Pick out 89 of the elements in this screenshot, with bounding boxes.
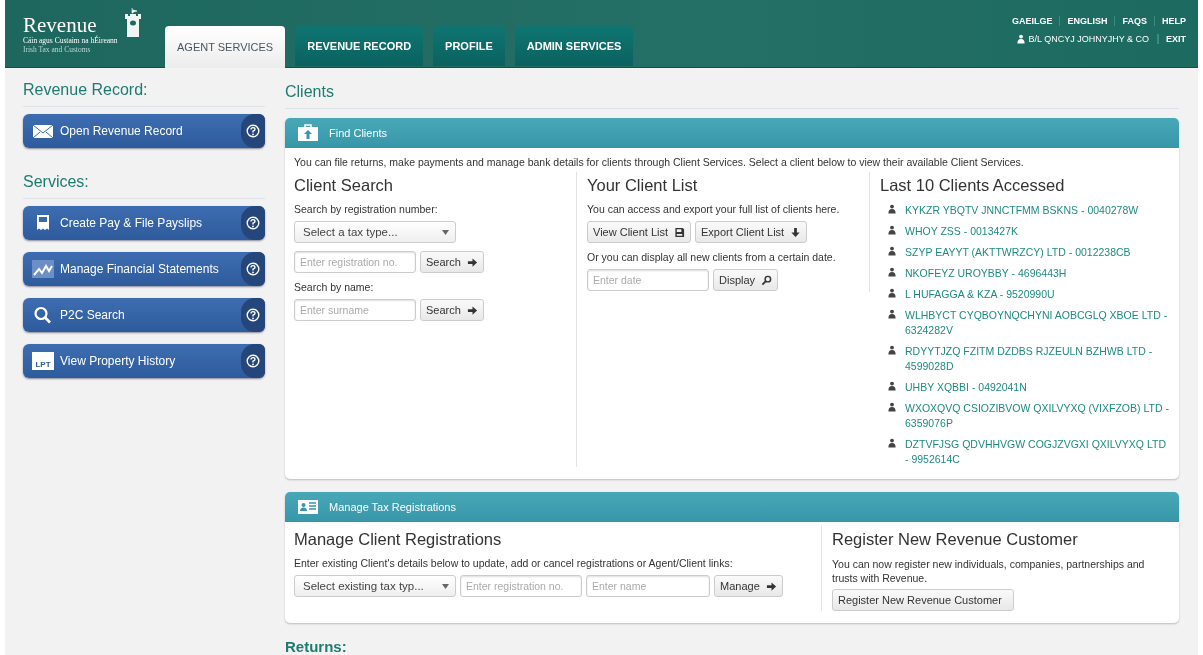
client-link[interactable]: SZYP EAYYT (AKTTWRZCY) LTD - 0012238CB bbox=[905, 245, 1170, 260]
register-customer-button[interactable]: Register New Revenue Customer bbox=[832, 589, 1014, 611]
exit-link[interactable]: EXIT bbox=[1158, 33, 1186, 44]
section-heading: Your Client List bbox=[587, 176, 698, 195]
header-link[interactable]: GAEILGE bbox=[1004, 15, 1060, 26]
castle-icon bbox=[123, 7, 142, 38]
description-text: Enter existing Client's details below to update, add or cancel registrations or Agent/Client links: bbox=[294, 557, 733, 569]
logo-name: Revenue bbox=[23, 13, 97, 36]
client-link[interactable]: WXOXQVQ CSIOZIBVOW QXILVYXQ (VIXFZOB) LTD - 6359076P bbox=[905, 401, 1170, 431]
help-icon[interactable] bbox=[246, 354, 260, 368]
client-link[interactable]: L HUFAGGA & KZA - 9520990U bbox=[905, 287, 1170, 302]
client-link[interactable]: KYKZR YBQTV JNNCTFMM BSKNS - 0040278W bbox=[905, 203, 1170, 218]
nav-tab[interactable]: PROFILE bbox=[433, 26, 505, 66]
client-link[interactable]: WHOY ZSS - 0013427K bbox=[905, 224, 1170, 239]
person-icon bbox=[888, 288, 896, 298]
person-icon bbox=[888, 267, 896, 277]
person-icon bbox=[888, 345, 896, 355]
person-icon bbox=[888, 309, 896, 319]
panel-title: Find Clients bbox=[329, 127, 388, 139]
section-heading: Last 10 Clients Accessed bbox=[880, 176, 1065, 195]
client-link[interactable]: NKOFEYZ UROYBBY - 4696443H bbox=[905, 266, 1170, 281]
help-icon[interactable] bbox=[246, 262, 260, 276]
person-icon bbox=[888, 204, 896, 214]
sidebar-heading: Revenue Record: bbox=[23, 68, 265, 107]
briefcase-icon bbox=[297, 124, 319, 142]
tax-type-dropdown[interactable]: Select existing tax typ... bbox=[294, 575, 456, 597]
search-icon bbox=[761, 274, 773, 286]
tax-type-dropdown[interactable]: Select a tax type... bbox=[294, 221, 456, 243]
lpt-icon: LPT bbox=[32, 352, 54, 370]
description-text: You can access and export your full list of clients here. bbox=[587, 203, 840, 215]
client-link[interactable]: WLHBYCT CYQBOYNQCHYNI AOBCGLQ XBOE LTD - 6324282V bbox=[905, 308, 1170, 338]
nav-tab[interactable]: AGENT SERVICES bbox=[165, 26, 286, 68]
sidebar-heading: Services: bbox=[23, 160, 265, 199]
person-icon bbox=[1017, 33, 1026, 44]
arrow-right-icon bbox=[765, 580, 777, 592]
client-link[interactable]: DZTVFJSG QDVHHVGW COGJZVGXI QXILVYXQ LTD - 9952614C bbox=[905, 437, 1170, 467]
envelope-icon bbox=[32, 122, 54, 140]
chart-icon bbox=[32, 260, 54, 278]
user-name: B/L QNCYJ JOHNYJHY & CO bbox=[1028, 33, 1149, 44]
registration-input[interactable]: Enter registration no. bbox=[294, 251, 416, 273]
document-icon bbox=[674, 226, 685, 238]
display-button[interactable]: Display bbox=[713, 269, 779, 291]
intro-text: You can file returns, make payments and manage bank details for clients through Client Services. Select a client below to view their available Client Services. bbox=[293, 155, 1025, 170]
page-title: Clients bbox=[285, 68, 1179, 109]
registration-input[interactable]: Enter registration no. bbox=[460, 575, 582, 597]
export-button[interactable]: Export Client List bbox=[695, 221, 808, 243]
nav-tab[interactable]: ADMIN SERVICES bbox=[514, 26, 634, 66]
panel-title: Manage Tax Registrations bbox=[329, 501, 456, 513]
surname-input[interactable]: Enter surname bbox=[294, 299, 416, 321]
description-text: You can now register new individuals, companies, partnerships and trusts with Revenue. bbox=[832, 557, 1146, 585]
help-icon[interactable] bbox=[246, 308, 260, 322]
header-link[interactable]: FAQS bbox=[1114, 15, 1154, 26]
manage-button[interactable]: Manage bbox=[714, 575, 783, 597]
person-icon bbox=[888, 225, 896, 235]
search-button[interactable]: Search bbox=[420, 251, 484, 273]
arrow-down-icon bbox=[790, 226, 802, 238]
name-input[interactable]: Enter name bbox=[586, 575, 710, 597]
caret-icon bbox=[442, 229, 449, 235]
field-label: Search by registration number: bbox=[294, 203, 438, 215]
person-icon bbox=[888, 381, 896, 391]
section-heading: Returns: bbox=[285, 637, 348, 655]
client-link[interactable]: UHBY XQBBI - 0492041N bbox=[905, 380, 1170, 395]
client-link[interactable]: RDYYTJZQ FZITM DZDBS RJZEULN BZHWB LTD - 4599028D bbox=[905, 344, 1170, 374]
header-link[interactable]: ENGLISH bbox=[1059, 15, 1115, 26]
date-input[interactable]: Enter date bbox=[587, 269, 709, 291]
nav-tab[interactable]: REVENUE RECORD bbox=[295, 26, 424, 66]
section-heading: Client Search bbox=[294, 176, 394, 195]
caret-icon bbox=[442, 583, 449, 589]
arrow-right-icon bbox=[466, 256, 478, 268]
help-icon[interactable] bbox=[246, 124, 260, 138]
search-icon bbox=[32, 306, 54, 324]
help-icon[interactable] bbox=[246, 216, 260, 230]
person-icon bbox=[888, 438, 896, 448]
person-icon bbox=[888, 246, 896, 256]
search-button[interactable]: Search bbox=[420, 299, 484, 321]
sidebar-button[interactable]: LPT View Property History bbox=[23, 344, 265, 378]
field-label: Search by name: bbox=[294, 281, 374, 293]
section-heading: Register New Revenue Customer bbox=[832, 530, 1078, 549]
view-client-list-button[interactable]: View Client List bbox=[587, 221, 691, 243]
sidebar-button[interactable]: Manage Financial Statements bbox=[23, 252, 265, 286]
sidebar-button[interactable]: Create Pay & File Payslips bbox=[23, 206, 265, 240]
id-card-icon bbox=[297, 498, 319, 516]
header-link[interactable]: HELP bbox=[1154, 15, 1186, 26]
description-text: Or you can display all new clients from a certain date. bbox=[587, 251, 836, 263]
sidebar-button[interactable]: P2C Search bbox=[23, 298, 265, 332]
sidebar-button[interactable]: Open Revenue Record bbox=[23, 114, 265, 148]
arrow-right-icon bbox=[466, 304, 478, 316]
person-icon bbox=[888, 402, 896, 412]
section-heading: Manage Client Registrations bbox=[294, 530, 502, 549]
